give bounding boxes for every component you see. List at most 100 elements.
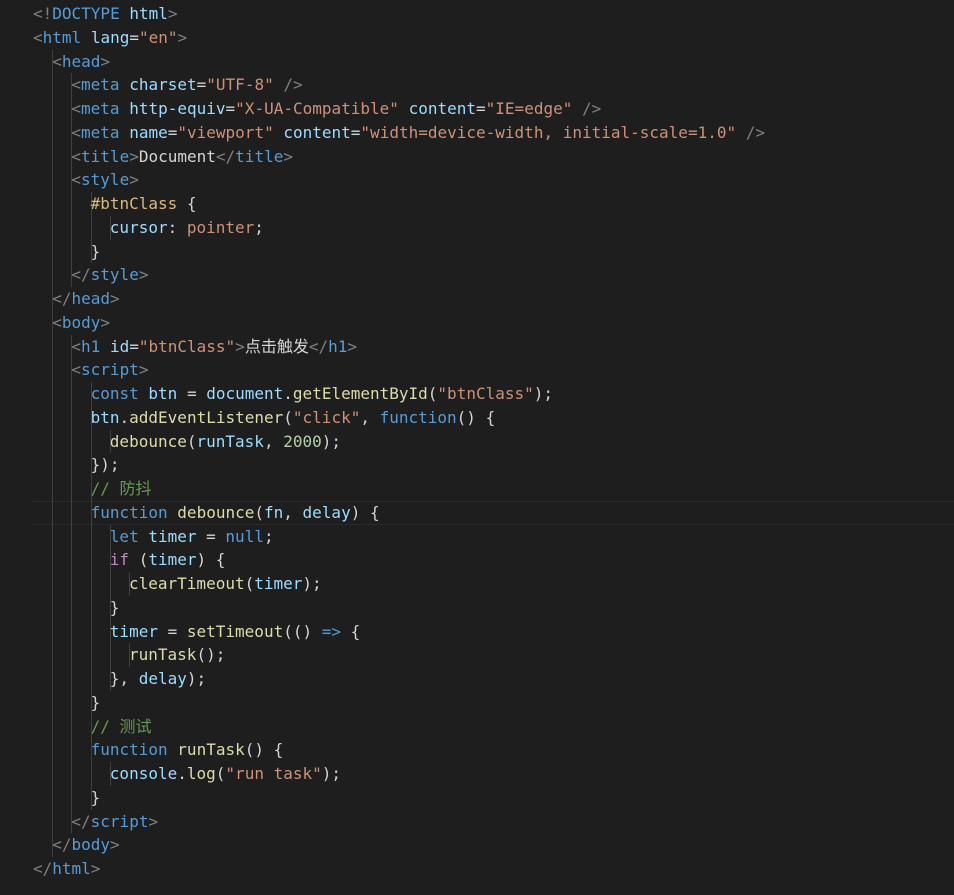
code-token: </ bbox=[215, 146, 236, 166]
code-line[interactable]: </style> bbox=[33, 263, 954, 287]
code-line-text: debounce(runTask, 2000); bbox=[110, 430, 341, 454]
code-line-text: <script> bbox=[71, 358, 148, 382]
code-token: content bbox=[408, 99, 477, 118]
code-line[interactable]: </html> bbox=[33, 857, 954, 881]
code-line-text: function runTask() { bbox=[91, 738, 284, 762]
code-line[interactable]: } bbox=[33, 785, 954, 810]
code-line[interactable]: <!DOCTYPE html> bbox=[33, 2, 954, 26]
code-token: > bbox=[177, 27, 188, 47]
code-token: ; bbox=[263, 526, 274, 546]
code-line-text: } bbox=[91, 691, 101, 715]
code-token: html bbox=[52, 859, 91, 878]
code-line-text: <head> bbox=[52, 50, 110, 74]
code-token: null bbox=[225, 526, 264, 546]
code-line-text: </body> bbox=[52, 833, 119, 857]
code-line[interactable]: } bbox=[33, 690, 954, 715]
code-token: , bbox=[263, 431, 284, 451]
code-line[interactable]: <head> bbox=[33, 49, 954, 74]
code-line[interactable]: runTask(); bbox=[33, 643, 954, 667]
code-line[interactable]: <body> bbox=[33, 310, 954, 335]
code-token: }); bbox=[90, 455, 120, 475]
indent-guide bbox=[71, 239, 73, 264]
code-line[interactable]: clearTimeout(timer); bbox=[33, 572, 954, 596]
code-line-text: </head> bbox=[52, 287, 119, 311]
code-token: // 防抖 bbox=[90, 479, 152, 498]
code-line[interactable]: // 防抖 bbox=[33, 477, 954, 501]
code-token: } bbox=[90, 692, 101, 712]
code-line[interactable]: timer = setTimeout(() => { bbox=[33, 619, 954, 644]
code-line[interactable]: } bbox=[33, 595, 954, 620]
code-editor[interactable]: <!DOCTYPE html> <html lang="en"> <head> <me… bbox=[0, 0, 954, 895]
indent-guide bbox=[90, 524, 92, 549]
code-token: ( bbox=[186, 431, 197, 451]
code-line-text: cursor: pointer; bbox=[110, 216, 264, 240]
code-token: > bbox=[90, 859, 101, 878]
code-line[interactable]: <meta name="viewport" content="width=dev… bbox=[33, 120, 954, 145]
code-token: < bbox=[71, 360, 82, 380]
code-line[interactable]: </head> bbox=[33, 287, 954, 311]
code-line[interactable]: <style> bbox=[33, 168, 954, 192]
code-token: runTask bbox=[196, 431, 264, 451]
code-token: () { bbox=[244, 740, 284, 760]
code-line-text: </html> bbox=[33, 857, 100, 881]
code-token: "btnClass" bbox=[138, 336, 236, 356]
code-line[interactable]: </script> bbox=[33, 809, 954, 834]
code-line[interactable]: cursor: pointer; bbox=[33, 215, 954, 240]
indent-guide bbox=[90, 595, 92, 620]
code-line-text: <meta charset="UTF-8" /> bbox=[71, 73, 302, 97]
code-token: console bbox=[109, 764, 178, 783]
code-line[interactable]: const btn = document.getElementById("btn… bbox=[33, 382, 954, 406]
code-token: btn bbox=[90, 407, 120, 427]
code-line-text: // 防抖 bbox=[91, 477, 152, 501]
code-token: = bbox=[157, 621, 187, 641]
code-line[interactable]: btn.addEventListener("click", function()… bbox=[33, 405, 954, 430]
code-line[interactable]: } bbox=[33, 239, 954, 264]
code-line[interactable]: // 测试 bbox=[33, 714, 954, 739]
code-token: style bbox=[81, 170, 130, 190]
code-line-text: <body> bbox=[52, 311, 110, 335]
code-line[interactable]: <html lang="en"> bbox=[33, 26, 954, 50]
code-token: < bbox=[71, 75, 82, 95]
code-token: = bbox=[129, 27, 139, 47]
indent-guide bbox=[52, 73, 54, 97]
code-line[interactable]: <meta http-equiv="X-UA-Compatible" conte… bbox=[33, 97, 954, 121]
code-line[interactable]: }, delay); bbox=[33, 667, 954, 691]
code-line[interactable]: let timer = null; bbox=[33, 524, 954, 549]
code-token: // 测试 bbox=[90, 716, 152, 736]
code-line[interactable]: <title>Document</title> bbox=[33, 144, 954, 169]
indent-guide bbox=[52, 809, 54, 834]
code-line[interactable]: }); bbox=[33, 453, 954, 477]
code-line[interactable]: #btnClass { bbox=[33, 192, 954, 216]
indent-guide bbox=[71, 548, 73, 572]
code-token: < bbox=[71, 99, 82, 118]
code-token: ); bbox=[186, 669, 207, 688]
code-line-text: console.log("run task"); bbox=[110, 762, 341, 786]
code-line[interactable]: <meta charset="UTF-8" /> bbox=[33, 73, 954, 97]
code-token: > bbox=[100, 312, 110, 332]
code-line[interactable]: console.log("run task"); bbox=[33, 762, 954, 786]
code-line[interactable]: function debounce(fn, delay) { bbox=[33, 500, 954, 525]
code-token: h1 bbox=[81, 336, 101, 356]
code-line[interactable]: <script> bbox=[33, 358, 954, 382]
code-token: </ bbox=[52, 289, 72, 308]
code-token: style bbox=[90, 265, 139, 285]
code-token: if bbox=[109, 550, 130, 570]
code-line[interactable]: if (timer) { bbox=[33, 548, 954, 572]
code-token: => bbox=[321, 621, 341, 641]
code-line-text: let timer = null; bbox=[110, 525, 274, 549]
indent-guide bbox=[71, 524, 73, 549]
code-line[interactable]: debounce(runTask, 2000); bbox=[33, 429, 954, 454]
indent-guide bbox=[52, 215, 54, 240]
code-line[interactable]: <h1 id="btnClass">点击触发</h1> bbox=[33, 334, 954, 359]
code-line[interactable]: </body> bbox=[33, 833, 954, 857]
code-token: { bbox=[341, 621, 361, 641]
code-line[interactable]: function runTask() { bbox=[33, 738, 954, 762]
code-token: /> bbox=[273, 75, 303, 95]
indent-guide bbox=[52, 572, 54, 596]
code-token: <! bbox=[33, 4, 53, 23]
code-token: { bbox=[177, 194, 197, 213]
code-token: = bbox=[167, 122, 178, 142]
code-token: debounce bbox=[177, 502, 255, 522]
